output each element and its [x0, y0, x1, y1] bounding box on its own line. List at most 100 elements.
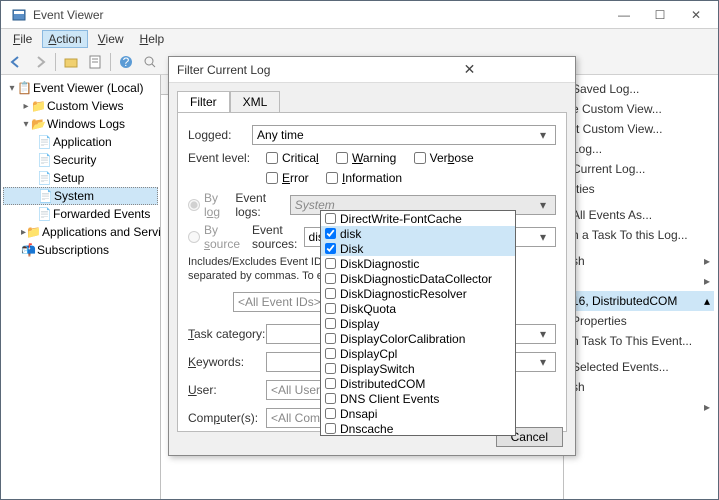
action-item[interactable]: Properties: [568, 311, 714, 331]
menu-file[interactable]: File: [7, 30, 38, 48]
check-warning[interactable]: Warning: [336, 151, 396, 165]
close-button[interactable]: ✕: [678, 4, 714, 26]
dialog-close-button[interactable]: ✕: [372, 61, 567, 78]
label-task-category: Task category:: [188, 327, 266, 341]
dropdown-item[interactable]: disk: [321, 226, 515, 241]
chevron-down-icon: ▾: [535, 327, 551, 341]
menu-view[interactable]: View: [92, 30, 130, 48]
dropdown-item[interactable]: DiskDiagnostic: [321, 256, 515, 271]
tool-folder-icon[interactable]: [60, 51, 82, 73]
chevron-down-icon: ▾: [535, 198, 551, 212]
action-item[interactable]: ▸: [568, 397, 714, 417]
dropdown-item[interactable]: DisplaySwitch: [321, 361, 515, 376]
dropdown-checkbox[interactable]: [325, 258, 336, 269]
label-keywords: Keywords:: [188, 355, 266, 369]
dropdown-item[interactable]: DirectWrite-FontCache: [321, 211, 515, 226]
tab-filter[interactable]: Filter: [177, 91, 230, 112]
tree-subscriptions[interactable]: 📬Subscriptions: [3, 241, 158, 259]
tree-system[interactable]: 📄System: [3, 187, 158, 205]
action-item[interactable]: Saved Log...: [568, 79, 714, 99]
tool-find-icon[interactable]: [139, 51, 161, 73]
action-item[interactable]: sh: [568, 377, 714, 397]
dropdown-label: DisplayCpl: [340, 347, 397, 361]
chevron-down-icon: ▾: [535, 230, 551, 244]
forward-button[interactable]: [29, 51, 51, 73]
action-item[interactable]: ▸: [568, 271, 714, 291]
event-sources-dropdown[interactable]: DirectWrite-FontCachediskDiskDiskDiagnos…: [320, 210, 516, 436]
dropdown-checkbox[interactable]: [325, 303, 336, 314]
dropdown-item[interactable]: Display: [321, 316, 515, 331]
dropdown-checkbox[interactable]: [325, 228, 336, 239]
dropdown-label: DiskDiagnosticResolver: [340, 287, 467, 301]
tree-security[interactable]: 📄Security: [3, 151, 158, 169]
minimize-button[interactable]: —: [606, 4, 642, 26]
dropdown-checkbox[interactable]: [325, 393, 336, 404]
radio-by-source[interactable]: By source: [188, 223, 240, 251]
dropdown-checkbox[interactable]: [325, 378, 336, 389]
action-item[interactable]: h Task To This Event...: [568, 331, 714, 351]
tree-apps-services[interactable]: ▸📁Applications and Services Log: [3, 223, 158, 241]
chevron-down-icon: ▾: [535, 355, 551, 369]
action-item[interactable]: All Events As...: [568, 205, 714, 225]
dropdown-checkbox[interactable]: [325, 318, 336, 329]
dropdown-label: DiskDiagnostic: [340, 257, 419, 271]
action-item[interactable]: Selected Events...: [568, 357, 714, 377]
action-item[interactable]: sh▸: [568, 251, 714, 271]
tab-xml[interactable]: XML: [230, 91, 281, 112]
menubar: File Action View Help: [1, 29, 718, 49]
dropdown-label: Display: [340, 317, 379, 331]
tool-help-icon[interactable]: ?: [115, 51, 137, 73]
action-item[interactable]: Log...: [568, 139, 714, 159]
back-button[interactable]: [5, 51, 27, 73]
action-item[interactable]: rties: [568, 179, 714, 199]
dropdown-item[interactable]: DistributedCOM: [321, 376, 515, 391]
tree-forwarded[interactable]: 📄Forwarded Events: [3, 205, 158, 223]
dropdown-item[interactable]: DiskDiagnosticResolver: [321, 286, 515, 301]
dropdown-item[interactable]: DiskDiagnosticDataCollector: [321, 271, 515, 286]
dropdown-item[interactable]: DisplayCpl: [321, 346, 515, 361]
dropdown-item[interactable]: DisplayColorCalibration: [321, 331, 515, 346]
dropdown-item[interactable]: Disk: [321, 241, 515, 256]
dropdown-item[interactable]: DiskQuota: [321, 301, 515, 316]
actions-panel: Saved Log... e Custom View... rt Custom …: [563, 75, 718, 499]
titlebar: Event Viewer — ☐ ✕: [1, 1, 718, 29]
check-error[interactable]: Error: [266, 171, 309, 185]
dropdown-item[interactable]: Dnscache: [321, 421, 515, 436]
tool-properties-icon[interactable]: [84, 51, 106, 73]
dropdown-checkbox[interactable]: [325, 363, 336, 374]
dropdown-item[interactable]: DNS Client Events: [321, 391, 515, 406]
svg-text:?: ?: [123, 55, 130, 69]
dropdown-checkbox[interactable]: [325, 273, 336, 284]
dropdown-label: DisplaySwitch: [340, 362, 415, 376]
dialog-titlebar: Filter Current Log ✕: [169, 57, 575, 83]
menu-action[interactable]: Action: [42, 30, 87, 48]
tree-root[interactable]: ▾📋Event Viewer (Local): [3, 79, 158, 97]
tree-application[interactable]: 📄Application: [3, 133, 158, 151]
dropdown-checkbox[interactable]: [325, 213, 336, 224]
check-critical[interactable]: Critical: [266, 151, 319, 165]
action-item[interactable]: e Custom View...: [568, 99, 714, 119]
dropdown-checkbox[interactable]: [325, 423, 336, 434]
dropdown-checkbox[interactable]: [325, 288, 336, 299]
dropdown-checkbox[interactable]: [325, 243, 336, 254]
action-item[interactable]: h a Task To this Log...: [568, 225, 714, 245]
nav-tree[interactable]: ▾📋Event Viewer (Local) ▸📁Custom Views ▾📂…: [1, 75, 161, 499]
menu-help[interactable]: Help: [134, 30, 171, 48]
tree-windows-logs[interactable]: ▾📂Windows Logs: [3, 115, 158, 133]
check-verbose[interactable]: Verbose: [414, 151, 474, 165]
dropdown-checkbox[interactable]: [325, 333, 336, 344]
logged-combo[interactable]: Any time▾: [252, 125, 556, 145]
dropdown-checkbox[interactable]: [325, 408, 336, 419]
action-item[interactable]: Current Log...: [568, 159, 714, 179]
radio-by-log[interactable]: By log: [188, 191, 223, 219]
maximize-button[interactable]: ☐: [642, 4, 678, 26]
check-information[interactable]: Information: [326, 171, 402, 185]
tree-custom-views[interactable]: ▸📁Custom Views: [3, 97, 158, 115]
tree-setup[interactable]: 📄Setup: [3, 169, 158, 187]
label-user: User:: [188, 383, 266, 397]
dropdown-checkbox[interactable]: [325, 348, 336, 359]
action-item[interactable]: rt Custom View...: [568, 119, 714, 139]
dropdown-item[interactable]: Dnsapi: [321, 406, 515, 421]
actions-header-event[interactable]: 16, DistributedCOM▴: [568, 291, 714, 311]
dialog-title: Filter Current Log: [177, 63, 372, 77]
